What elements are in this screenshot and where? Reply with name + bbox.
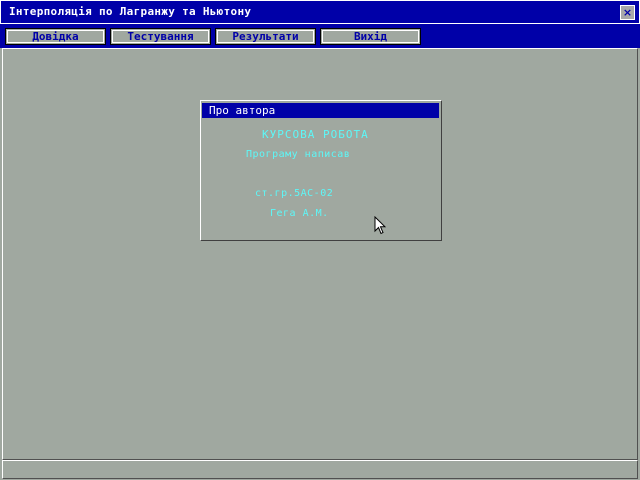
close-icon[interactable]: × bbox=[620, 5, 635, 20]
status-bar bbox=[2, 460, 638, 479]
menu-item-help[interactable]: Довідка bbox=[5, 28, 106, 45]
mouse-pointer-icon bbox=[374, 216, 386, 235]
dialog-title: Про автора bbox=[202, 103, 439, 118]
author-name-text: Гега А.М. bbox=[270, 208, 329, 219]
title-bar: Інтерполяція по Лагранжу та Ньютону × bbox=[0, 0, 640, 24]
course-work-heading: КУРСОВА РОБОТА bbox=[262, 128, 369, 141]
about-author-dialog: Про автора КУРСОВА РОБОТА Програму напис… bbox=[200, 100, 442, 241]
program-written-by-label: Програму написав bbox=[246, 149, 351, 160]
menu-item-testing[interactable]: Тестування bbox=[110, 28, 211, 45]
application-screen: Інтерполяція по Лагранжу та Ньютону × До… bbox=[0, 0, 640, 480]
menu-item-exit[interactable]: Вихід bbox=[320, 28, 421, 45]
menu-bar: Довідка Тестування Результати Вихід bbox=[0, 24, 640, 48]
window-title: Інтерполяція по Лагранжу та Ньютону bbox=[9, 5, 252, 18]
menu-item-results[interactable]: Результати bbox=[215, 28, 316, 45]
student-group-text: ст.гр.5АС-02 bbox=[255, 188, 334, 199]
